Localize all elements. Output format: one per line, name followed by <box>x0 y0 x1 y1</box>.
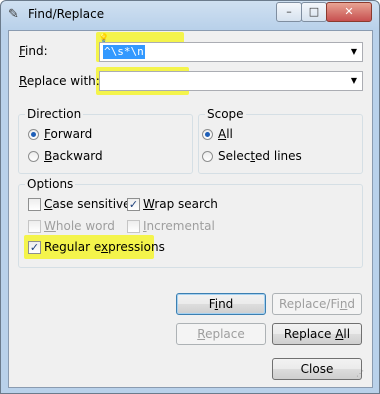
scope-selected-lines-label[interactable]: Selected lines <box>218 149 302 163</box>
find-button[interactable]: Find <box>176 293 266 315</box>
scope-selected-lines-radio[interactable] <box>202 151 213 162</box>
resize-grip-icon[interactable]: ⋰ <box>356 370 364 378</box>
scope-all-label[interactable]: All <box>218 127 233 141</box>
wrap-search-checkbox[interactable]: ✓ <box>127 198 140 211</box>
options-title: Options <box>25 177 76 191</box>
whole-word-label: Whole word <box>44 219 115 233</box>
incremental-label: Incremental <box>143 219 215 233</box>
incremental-checkbox <box>127 220 140 233</box>
wrap-search-label[interactable]: Wrap search <box>143 197 218 211</box>
scope-group: Scope <box>198 107 363 174</box>
chevron-down-icon[interactable]: ▼ <box>348 46 360 58</box>
eclipse-app-icon: ✎ <box>8 7 19 22</box>
find-input[interactable]: ^\s*\n <box>103 45 145 59</box>
minimize-button[interactable]: – <box>276 2 302 22</box>
direction-title: Direction <box>25 107 84 121</box>
replace-button[interactable]: Replace <box>176 323 266 345</box>
title-bar[interactable]: ✎ Find/Replace – □ ✕ <box>1 1 379 29</box>
chevron-down-icon[interactable]: ▼ <box>348 75 360 87</box>
maximize-button[interactable]: □ <box>301 2 327 22</box>
close-button[interactable]: Close <box>272 358 362 380</box>
regular-expressions-label[interactable]: Regular expressions <box>44 240 165 254</box>
forward-label[interactable]: Forward <box>44 127 92 141</box>
replace-label: Replace with: <box>19 74 100 88</box>
close-window-button[interactable]: ✕ <box>326 2 372 22</box>
case-sensitive-label[interactable]: Case sensitive <box>44 197 131 211</box>
case-sensitive-checkbox[interactable] <box>28 198 41 211</box>
whole-word-checkbox <box>28 220 41 233</box>
scope-all-radio[interactable] <box>202 129 213 140</box>
regular-expressions-checkbox[interactable]: ✓ <box>28 241 41 254</box>
find-label: Find: <box>19 44 48 58</box>
direction-group: Direction <box>18 107 193 174</box>
find-combobox[interactable]: ^\s*\n ▼ <box>99 42 363 62</box>
window-title: Find/Replace <box>28 7 105 21</box>
backward-label[interactable]: Backward <box>44 149 103 163</box>
backward-radio[interactable] <box>28 151 39 162</box>
scope-title: Scope <box>205 107 246 121</box>
replace-all-button[interactable]: Replace All <box>272 323 362 345</box>
dialog-body: Find: 💡 ^\s*\n ▼ Replace with: ▼ Directi… <box>8 30 373 388</box>
replace-combobox[interactable]: ▼ <box>99 71 363 91</box>
replace-find-button[interactable]: Replace/Find <box>272 293 362 315</box>
find-replace-window: ✎ Find/Replace – □ ✕ Find: 💡 ^\s*\n ▼ Re… <box>0 0 380 394</box>
forward-radio[interactable] <box>28 129 39 140</box>
